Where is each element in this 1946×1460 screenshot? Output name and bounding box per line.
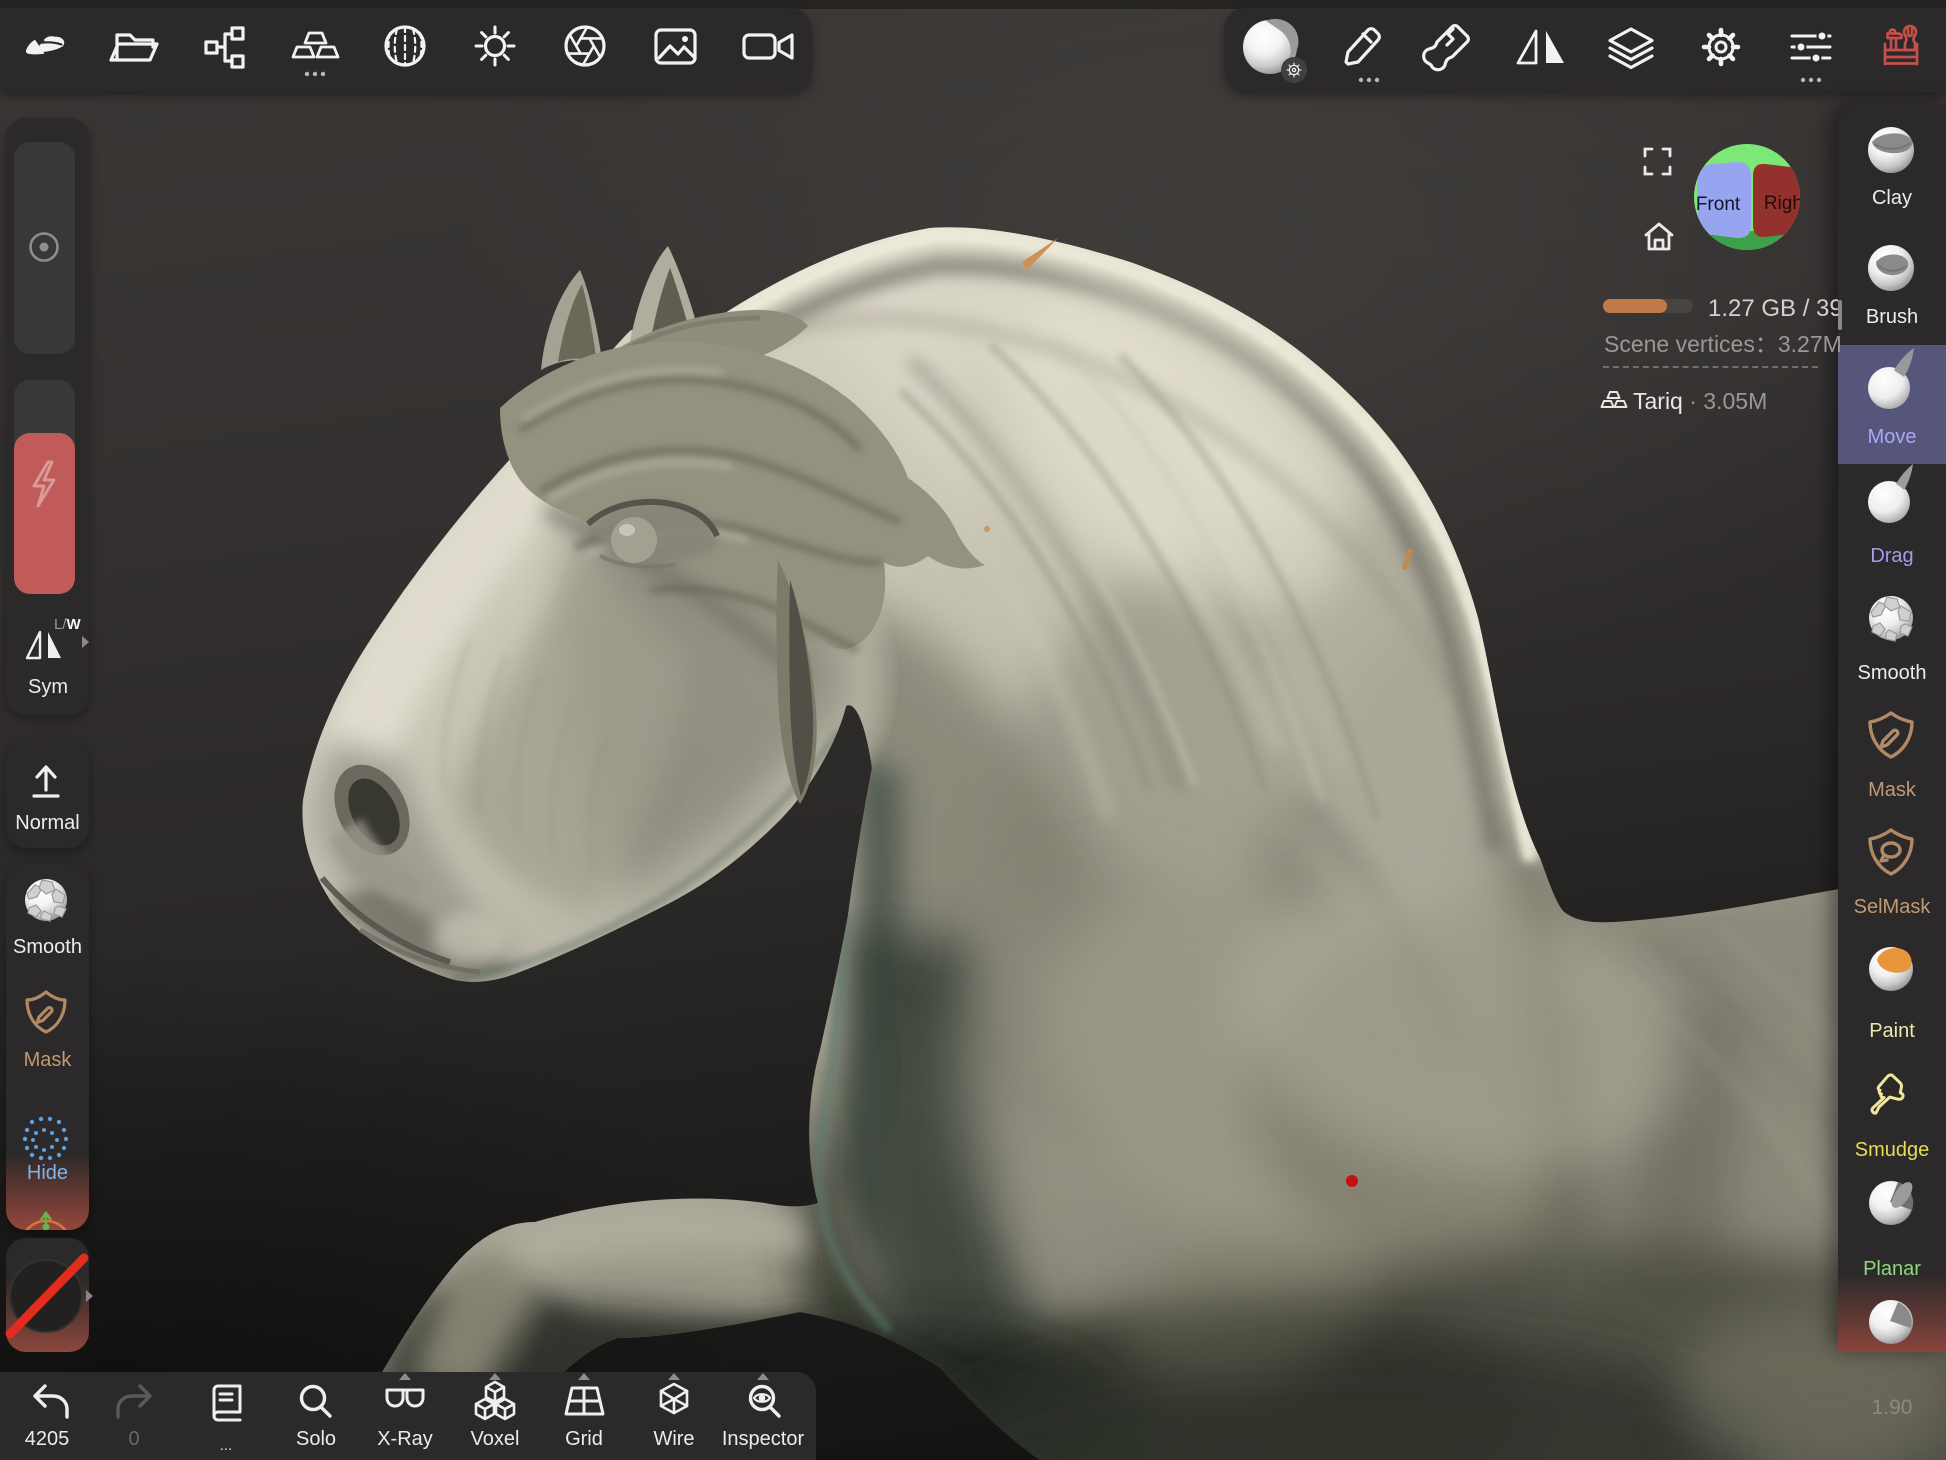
svg-text:Right: Right bbox=[1764, 193, 1809, 214]
svg-text:Front: Front bbox=[1696, 194, 1741, 215]
